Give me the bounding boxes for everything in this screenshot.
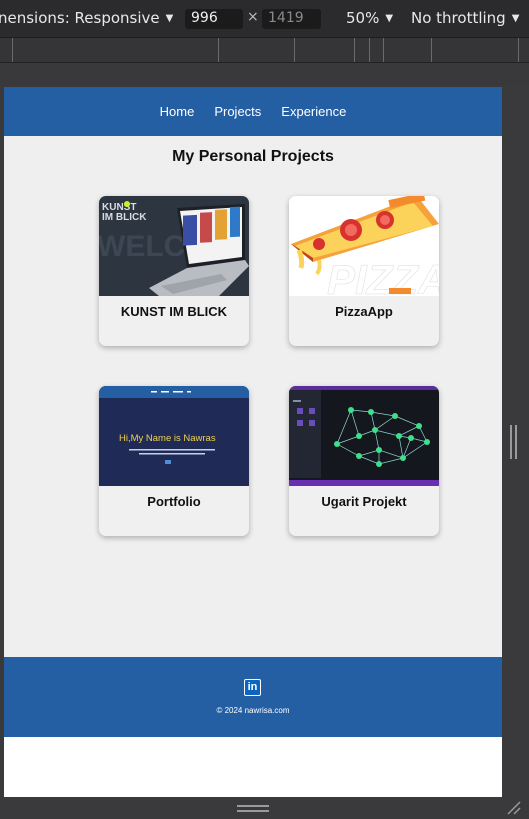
height-input[interactable]: 1419 [262,9,321,29]
corner-resize-icon[interactable] [505,801,523,815]
devtools-device-toolbar: nensions: Responsive ▼ 996 × 1419 50% ▼ No… [0,0,529,38]
width-input[interactable]: 996 [185,9,243,29]
chevron-down-icon: ▼ [511,13,520,24]
project-title: KUNST IM BLICK [120,304,228,319]
ruler-band [0,63,529,85]
throttling-label: No throttling [411,9,506,27]
kunst-thumb-title-2: IM BLICK [102,212,147,223]
project-title: Ugarit Projekt [321,494,407,509]
zoom-label: 50% [346,9,380,27]
site-nav: Home Projects Experience [4,87,502,136]
ruler-tick [518,38,519,62]
ruler-tick [369,38,370,62]
project-title: PizzaApp [335,304,393,319]
dimensions-select[interactable]: nensions: Responsive ▼ [0,9,173,27]
ruler-tick [12,38,13,62]
nav-home[interactable]: Home [160,104,195,119]
ugarit-thumbnail [289,386,439,486]
ruler-tick [218,38,219,62]
bottom-resize-handle[interactable] [237,805,269,812]
ruler-tick [431,38,432,62]
page-title: My Personal Projects [172,148,334,165]
copyright-text: © 2024 nawrisa.com [216,706,290,715]
linkedin-icon[interactable]: in [244,679,261,696]
pizza-thumbnail: PIZZA [289,196,439,296]
ruler-tick [294,38,295,62]
project-card-kunst[interactable]: WELCO KUNST IM BLICK KUNST IM BLICK [99,196,249,346]
throttling-select[interactable]: No throttling ▼ [411,9,519,27]
zoom-select[interactable]: 50% ▼ [346,9,393,27]
pizza-thumb-text: PIZZA [327,256,439,296]
kunst-thumbnail: WELCO KUNST IM BLICK [99,196,249,296]
chevron-down-icon: ▼ [385,13,394,24]
project-card-pizza[interactable]: PIZZA PizzaApp [289,196,439,346]
project-title: Portfolio [147,494,201,509]
ruler-tick [383,38,384,62]
portfolio-thumb-text: Hi,My Name is Nawras [119,433,216,444]
chevron-down-icon: ▼ [165,13,174,24]
nav-projects[interactable]: Projects [214,104,261,119]
projects-section: My Personal Projects WELCO KUNST IM BLIC… [4,136,502,657]
site-footer: in © 2024 nawrisa.com [4,657,502,737]
portfolio-thumbnail: Hi,My Name is Nawras [99,386,249,486]
ruler-tick [354,38,355,62]
emulated-viewport: Home Projects Experience My Personal Pro… [4,87,502,797]
dimensions-label: nensions: Responsive [0,9,160,27]
nav-experience[interactable]: Experience [281,104,346,119]
media-query-ruler[interactable] [0,38,529,63]
right-resize-handle[interactable] [510,425,517,459]
project-card-portfolio[interactable]: Hi,My Name is Nawras Portfolio [99,386,249,536]
project-card-ugarit[interactable]: Ugarit Projekt [289,386,439,536]
times-icon: × [247,9,259,25]
